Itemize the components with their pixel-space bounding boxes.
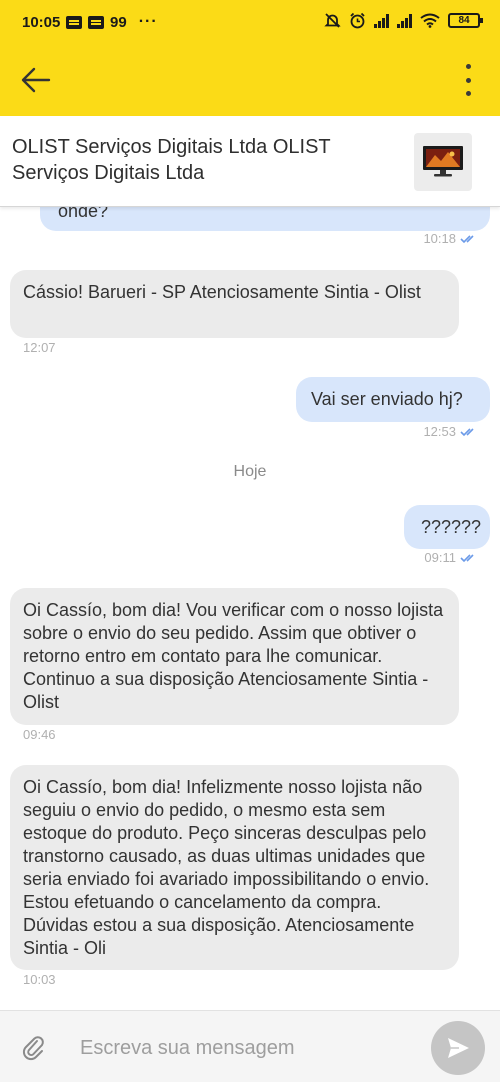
message-meta: 12:07 [23, 340, 56, 355]
message-time: 12:07 [23, 340, 56, 355]
message-meta: 10:18 [423, 231, 478, 246]
send-icon [448, 1038, 469, 1058]
message-text: Oi Cassío, bom dia! Vou verificar com o … [23, 600, 444, 712]
message-bubble-outgoing: ?????? [404, 505, 490, 549]
message-text: Vai ser enviado hj? [311, 389, 463, 409]
message-meta: 10:03 [23, 972, 56, 987]
seller-thumbnail[interactable] [414, 133, 472, 191]
message-notification-icon [66, 15, 82, 29]
message-bubble-incoming: Oi Cassío, bom dia! Vou verificar com o … [10, 588, 459, 725]
status-bar: 10:05 99 ··· 84 [0, 0, 500, 44]
notification-icons: 99 ··· [66, 13, 158, 31]
message-time: 09:11 [424, 550, 456, 565]
more-notifications-icon: ··· [138, 13, 158, 30]
message-bubble-outgoing: onde? [40, 207, 490, 231]
message-composer [0, 1010, 500, 1082]
message-text: onde? [58, 207, 109, 221]
message-time: 12:53 [423, 424, 456, 439]
signal-icon [374, 13, 389, 28]
chat-title: OLIST Serviços Digitais Ltda OLIST Servi… [12, 136, 331, 184]
notification-count: 99 [110, 13, 127, 31]
message-text: Oi Cassío, bom dia! Infelizmente nosso l… [23, 777, 430, 958]
app-bar [0, 44, 500, 116]
read-check-icon [460, 427, 474, 436]
message-bubble-outgoing: Vai ser enviado hj? [296, 377, 490, 422]
more-vertical-icon [465, 64, 471, 69]
system-icons: 84 [324, 12, 483, 29]
message-meta: 09:46 [23, 727, 56, 742]
back-button[interactable] [16, 62, 56, 98]
message-meta: 09:11 [424, 550, 478, 565]
chat-screen: 10:05 99 ··· 84 OLIST Serviços Digitais … [0, 0, 500, 1082]
message-notification-icon [88, 15, 104, 29]
alarm-icon [350, 12, 365, 29]
read-check-icon [460, 553, 474, 562]
monitor-icon [423, 146, 463, 177]
more-options-button[interactable] [458, 64, 478, 96]
message-time: 10:18 [423, 231, 456, 246]
signal-icon [397, 13, 412, 28]
status-time: 10:05 [22, 14, 61, 31]
bell-muted-icon [324, 13, 341, 28]
message-text: Cássio! Barueri - SP Atenciosamente Sint… [23, 282, 421, 302]
message-time: 09:46 [23, 727, 56, 742]
message-text: ?????? [421, 517, 482, 537]
wifi-icon [420, 13, 440, 28]
arrow-left-icon [21, 67, 51, 93]
message-bubble-incoming: Oi Cassío, bom dia! Infelizmente nosso l… [10, 765, 459, 970]
message-input[interactable] [80, 1031, 410, 1065]
message-time: 10:03 [23, 972, 56, 987]
attach-button[interactable] [20, 1033, 48, 1061]
paperclip-icon [22, 1036, 44, 1061]
send-button[interactable] [431, 1021, 485, 1075]
message-bubble-incoming: Cássio! Barueri - SP Atenciosamente Sint… [10, 270, 459, 338]
date-separator: Hoje [233, 463, 267, 480]
battery-icon: 84 [448, 13, 483, 28]
message-meta: 12:53 [423, 424, 478, 439]
read-check-icon [460, 234, 474, 243]
chat-header: OLIST Serviços Digitais Ltda OLIST Servi… [0, 116, 500, 207]
message-list[interactable]: onde? 10:18 Cássio! Barueri - SP Atencio… [0, 207, 500, 1010]
